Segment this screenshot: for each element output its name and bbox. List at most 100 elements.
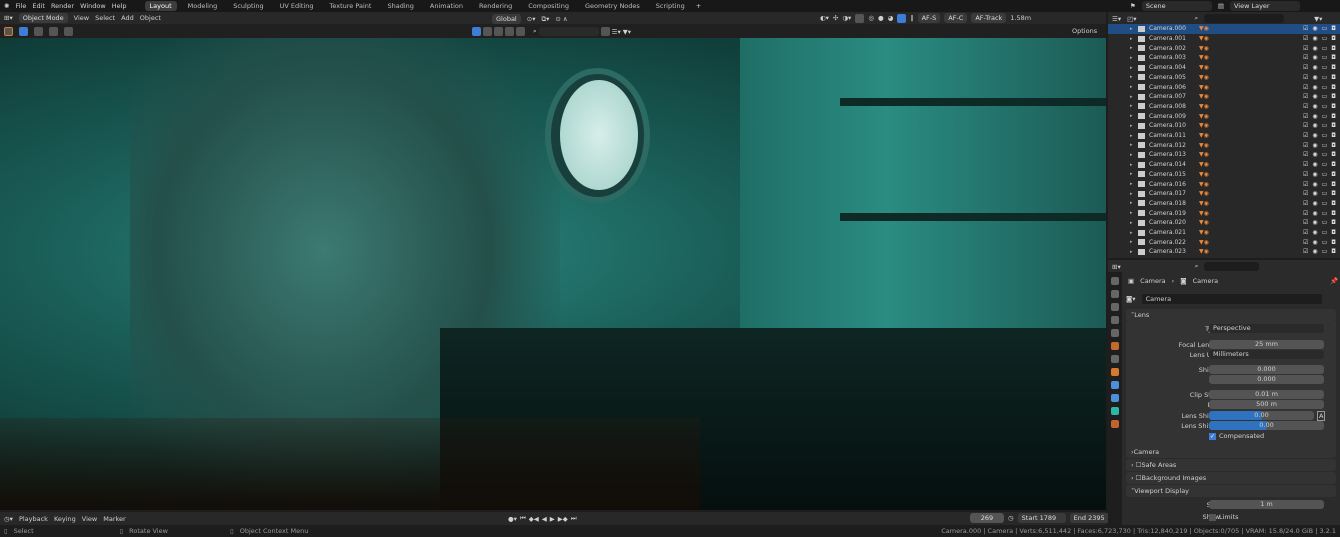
eye-icon[interactable]: ◉	[1312, 35, 1317, 42]
clip-start-field[interactable]: 0.01 m	[1209, 390, 1324, 399]
render-camera-icon[interactable]: ◘	[1331, 219, 1336, 226]
exclude-checkbox-icon[interactable]: ☑	[1303, 122, 1308, 129]
eye-icon[interactable]: ◉	[1312, 64, 1317, 71]
monitor-icon[interactable]: ▭	[1322, 113, 1328, 120]
render-camera-icon[interactable]: ◘	[1331, 229, 1336, 236]
eye-icon[interactable]: ◉	[1312, 74, 1317, 81]
menu-select[interactable]: Select	[95, 14, 115, 22]
shading-material-icon[interactable]: ◕	[888, 14, 894, 22]
menu-edit[interactable]: Edit	[32, 2, 45, 10]
monitor-icon[interactable]: ▭	[1322, 54, 1328, 61]
expand-icon[interactable]: ▸	[1130, 191, 1138, 197]
shading-wire-icon[interactable]: ◎	[868, 14, 874, 22]
render-camera-icon[interactable]: ◘	[1331, 200, 1336, 207]
tab-sculpting[interactable]: Sculpting	[228, 1, 268, 11]
monitor-icon[interactable]: ▭	[1322, 103, 1328, 110]
outliner-item[interactable]: ▸ Camera.012 ▼◉ ☑ ◉ ▭ ◘	[1108, 140, 1340, 150]
outliner-item[interactable]: ▸ Camera.001 ▼◉ ☑ ◉ ▭ ◘	[1108, 34, 1340, 44]
collection-tab-icon[interactable]	[1111, 355, 1119, 363]
animate-button[interactable]: A	[1317, 411, 1326, 421]
outliner-item[interactable]: ▸ Camera.006 ▼◉ ☑ ◉ ▭ ◘	[1108, 82, 1340, 92]
eye-icon[interactable]: ◉	[1312, 190, 1317, 197]
shading-rendered-icon[interactable]	[897, 13, 907, 23]
exclude-checkbox-icon[interactable]: ☑	[1303, 239, 1308, 246]
texture-tab-icon[interactable]	[1111, 420, 1119, 428]
next-key-icon[interactable]: ▶◆	[558, 515, 568, 523]
outliner-item[interactable]: ▸ Camera.020 ▼◉ ☑ ◉ ▭ ◘	[1108, 218, 1340, 228]
render-camera-icon[interactable]: ◘	[1331, 54, 1336, 61]
stopwatch-icon[interactable]: ◷	[1008, 514, 1014, 522]
render-camera-icon[interactable]: ◘	[1331, 248, 1336, 255]
display-mode-icon[interactable]: ☰▾	[1112, 15, 1121, 23]
render-camera-icon[interactable]: ◘	[1331, 25, 1336, 32]
overlay-icon[interactable]: ◑▾	[842, 14, 851, 22]
monitor-icon[interactable]: ▭	[1322, 181, 1328, 188]
monitor-icon[interactable]: ▭	[1322, 161, 1328, 168]
record-icon[interactable]: ●▾	[508, 515, 517, 523]
eye-icon[interactable]: ◉	[1312, 93, 1317, 100]
outliner-item[interactable]: ▸ Camera.003 ▼◉ ☑ ◉ ▭ ◘	[1108, 53, 1340, 63]
outliner-item[interactable]: ▸ Camera.004 ▼◉ ☑ ◉ ▭ ◘	[1108, 63, 1340, 73]
pin-icon[interactable]: 📌	[1330, 277, 1338, 285]
eye-icon[interactable]: ◉	[1312, 103, 1317, 110]
monitor-icon[interactable]: ▭	[1322, 151, 1328, 158]
render-tab-icon[interactable]	[1111, 290, 1119, 298]
mode-dropdown[interactable]: Object Mode	[18, 13, 68, 23]
render-camera-icon[interactable]: ◘	[1331, 35, 1336, 42]
start-frame-field[interactable]: 1789	[1040, 514, 1057, 522]
select-tool-icon[interactable]	[4, 26, 13, 36]
focal-length-field[interactable]: 25 mm	[1209, 340, 1324, 349]
tool-tab-icon[interactable]	[1111, 277, 1119, 285]
expand-icon[interactable]: ▸	[1130, 55, 1138, 61]
exclude-checkbox-icon[interactable]: ☑	[1303, 74, 1308, 81]
outliner-item[interactable]: ▸ Camera.022 ▼◉ ☑ ◉ ▭ ◘	[1108, 237, 1340, 247]
world-tab-icon[interactable]	[1111, 342, 1119, 350]
exclude-checkbox-icon[interactable]: ☑	[1303, 248, 1308, 255]
expand-icon[interactable]: ▸	[1130, 162, 1138, 168]
monitor-icon[interactable]: ▭	[1322, 248, 1328, 255]
monitor-icon[interactable]: ▭	[1322, 219, 1328, 226]
outliner-item[interactable]: ▸ Camera.019 ▼◉ ☑ ◉ ▭ ◘	[1108, 208, 1340, 218]
outliner-item[interactable]: ▸ Camera.011 ▼◉ ☑ ◉ ▭ ◘	[1108, 131, 1340, 141]
expand-icon[interactable]: ▸	[1130, 36, 1138, 42]
xray-icon[interactable]	[855, 13, 865, 23]
pause-icon[interactable]: ‖	[910, 14, 913, 22]
filter-light-icon[interactable]	[494, 27, 503, 36]
shading-solid-icon[interactable]: ●	[878, 14, 884, 22]
exclude-checkbox-icon[interactable]: ☑	[1303, 171, 1308, 178]
exclude-checkbox-icon[interactable]: ☑	[1303, 219, 1308, 226]
render-camera-icon[interactable]: ◘	[1331, 132, 1336, 139]
expand-icon[interactable]: ▸	[1130, 123, 1138, 129]
render-camera-icon[interactable]: ◘	[1331, 113, 1336, 120]
menu-marker[interactable]: Marker	[103, 515, 125, 523]
expand-icon[interactable]: ▸	[1130, 94, 1138, 100]
render-camera-icon[interactable]: ◘	[1331, 93, 1336, 100]
eye-icon[interactable]: ◉	[1312, 171, 1317, 178]
outliner-item[interactable]: ▸ Camera.018 ▼◉ ☑ ◉ ▭ ◘	[1108, 199, 1340, 209]
play-icon[interactable]: ▶	[550, 515, 555, 523]
orientation-dropdown[interactable]: Global	[492, 14, 521, 24]
menu-view[interactable]: View	[74, 14, 89, 22]
tab-uv-editing[interactable]: UV Editing	[275, 1, 319, 11]
eye-icon[interactable]: ◉	[1312, 151, 1317, 158]
eye-icon[interactable]: ◉	[1312, 181, 1317, 188]
render-camera-icon[interactable]: ◘	[1331, 74, 1336, 81]
monitor-icon[interactable]: ▭	[1322, 45, 1328, 52]
monitor-icon[interactable]: ▭	[1322, 74, 1328, 81]
monitor-icon[interactable]: ▭	[1322, 239, 1328, 246]
list-icon[interactable]: ☰▾	[612, 28, 621, 36]
expand-icon[interactable]: ▸	[1130, 45, 1138, 51]
monitor-icon[interactable]: ▭	[1322, 84, 1328, 91]
tab-compositing[interactable]: Compositing	[523, 1, 574, 11]
expand-icon[interactable]: ▸	[1130, 249, 1138, 255]
tab-geometry-nodes[interactable]: Geometry Nodes	[580, 1, 645, 11]
monitor-icon[interactable]: ▭	[1322, 122, 1328, 129]
clock-icon[interactable]: ◷▾	[4, 515, 13, 523]
render-camera-icon[interactable]: ◘	[1331, 239, 1336, 246]
exclude-checkbox-icon[interactable]: ☑	[1303, 229, 1308, 236]
jump-start-icon[interactable]: ⏮	[520, 514, 526, 523]
type-dropdown[interactable]: Perspective	[1209, 324, 1324, 333]
expand-icon[interactable]: ▸	[1130, 26, 1138, 32]
monitor-icon[interactable]: ▭	[1322, 142, 1328, 149]
gizmo-icon[interactable]: ✣	[833, 14, 838, 22]
